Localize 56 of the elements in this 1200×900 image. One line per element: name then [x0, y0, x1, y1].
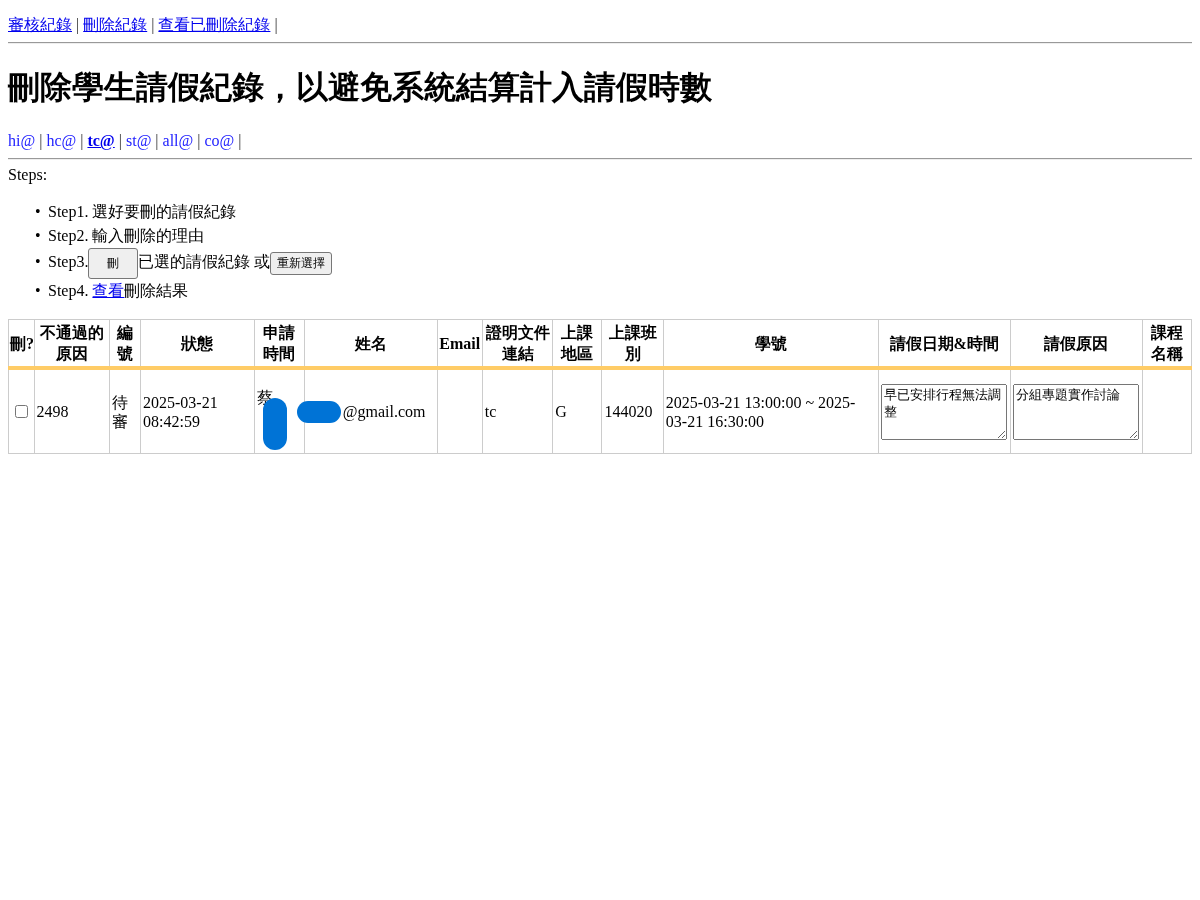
group-link[interactable]: tc@ [87, 132, 115, 149]
table-cell: G [552, 368, 602, 454]
column-header: 請假原因 [1010, 319, 1143, 368]
column-header: 申請時間 [254, 319, 305, 368]
group-link[interactable]: hc@ [46, 132, 77, 149]
bullet: • [35, 281, 42, 301]
steps-label: Steps: [8, 166, 49, 184]
nav-link[interactable]: 審核紀錄 [8, 16, 72, 33]
step-text: Step4. 查看刪除結果 [48, 282, 189, 299]
column-header: 狀態 [140, 319, 255, 368]
group-link[interactable]: all@ [162, 132, 194, 149]
column-header: 上課班別 [601, 319, 664, 368]
separator: | [39, 132, 43, 149]
column-header: 姓名 [304, 319, 438, 368]
row-checkbox[interactable] [15, 404, 28, 418]
column-header: 證明文件連結 [482, 319, 553, 368]
separator: | [274, 16, 278, 33]
reset-button[interactable]: 重新選擇 [270, 252, 333, 275]
separator: | [118, 132, 122, 149]
nav-link[interactable]: 查看已刪除紀錄 [158, 16, 271, 33]
step-text: Step1. 選好要刪的請假紀錄 [48, 203, 237, 220]
table-cell: 2025-03-21 08:42:59 [140, 368, 255, 454]
table-cell: 2025-03-21 13:00:00 ~ 2025-03-21 16:30:00 [663, 368, 879, 454]
table-cell: 2498 [34, 368, 110, 454]
column-header: 不通過的原因 [34, 319, 110, 368]
reason-field[interactable]: 早已安排行程無法調整 [880, 383, 1007, 440]
column-header: 課程名稱 [1142, 319, 1192, 368]
table-cell: 待審 [109, 368, 141, 454]
step-text: 已選的請假紀錄 或 [138, 253, 271, 271]
separator: | [238, 132, 242, 149]
separator: | [155, 132, 159, 149]
column-header: Email [437, 319, 483, 368]
table-cell: 144020 [601, 368, 664, 454]
page-title: 刪除學生請假紀錄，以避免系統結算計入請假時數 [8, 67, 713, 108]
group-link[interactable]: st@ [125, 132, 152, 149]
separator: | [151, 16, 155, 33]
separator: | [80, 132, 84, 149]
column-header: 學號 [663, 319, 879, 368]
bullet: • [35, 226, 42, 246]
column-header: 請假日期&時間 [878, 319, 1011, 368]
reason-field[interactable]: 分組專題實作討論 [1012, 383, 1139, 440]
nav-link[interactable]: 刪除紀錄 [83, 16, 148, 33]
step-text: Step3. [48, 253, 89, 271]
column-header: 上課地區 [552, 319, 602, 368]
delete-button[interactable]: 刪 [88, 248, 139, 279]
table-cell: tc [482, 368, 553, 454]
bullet: • [35, 252, 42, 273]
step-text: Step2. 輸入刪除的理由 [48, 227, 205, 244]
view-link[interactable]: 查看 [92, 282, 125, 299]
separator: | [197, 132, 201, 149]
group-link[interactable]: co@ [204, 132, 235, 149]
bullet: • [35, 202, 42, 222]
separator: | [76, 16, 80, 33]
group-link[interactable]: hi@ [8, 132, 36, 149]
column-header: 刪? [8, 319, 35, 368]
column-header: 編號 [109, 319, 141, 368]
